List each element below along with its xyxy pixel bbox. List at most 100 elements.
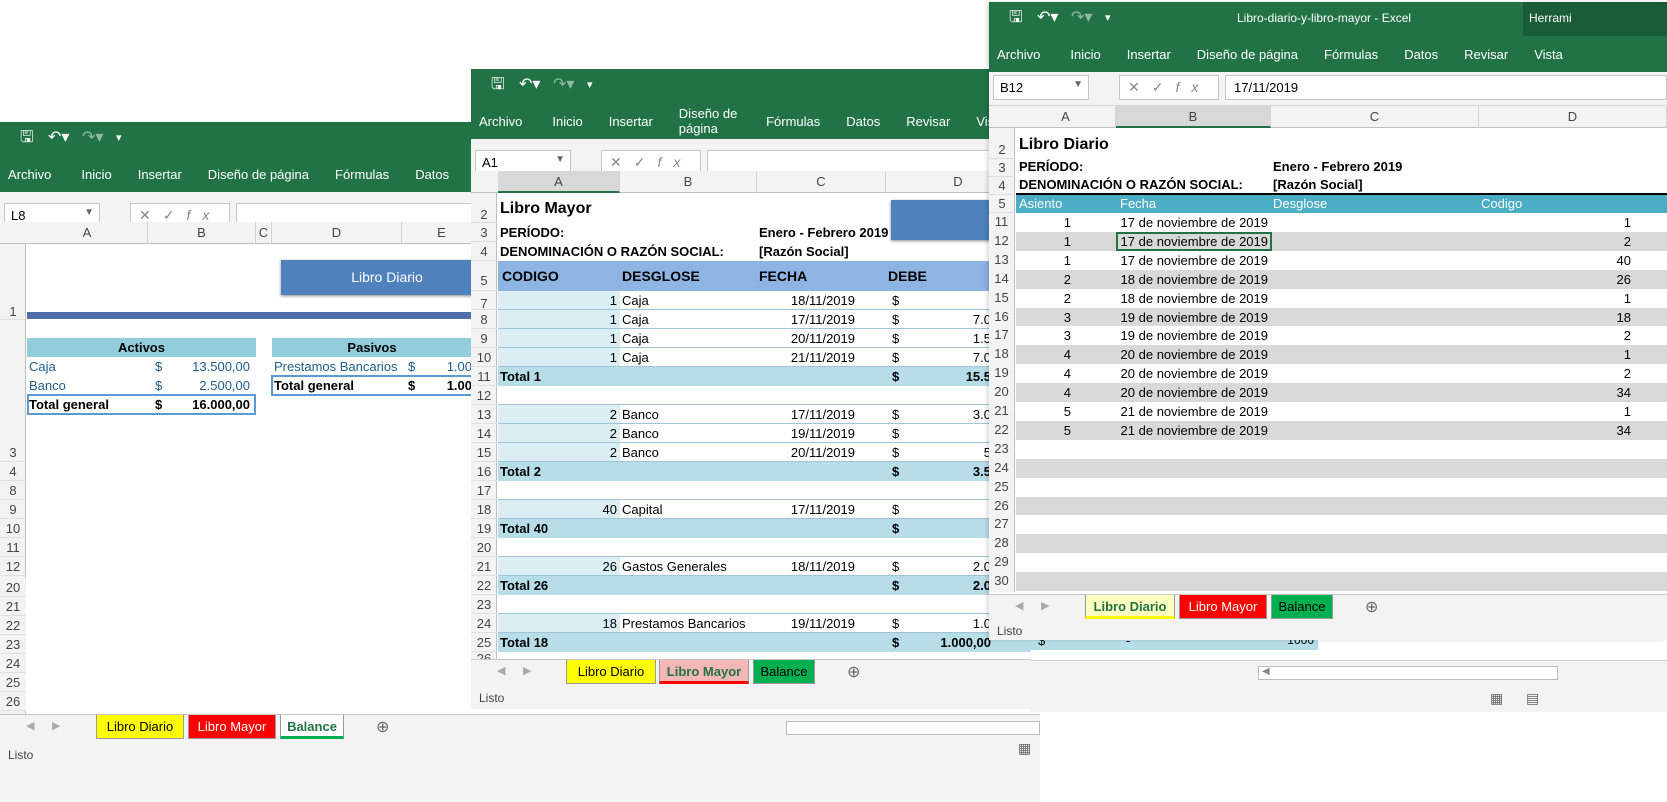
- save-icon[interactable]: 🖫: [20, 129, 34, 147]
- undo-icon[interactable]: ↶▾: [1037, 9, 1058, 27]
- entry-code[interactable]: 2: [511, 405, 617, 424]
- entry-fecha[interactable]: 21/11/2019: [771, 348, 855, 367]
- row-header[interactable]: 2: [471, 193, 497, 223]
- entry-desglose[interactable]: Prestamos Bancarios: [622, 614, 746, 633]
- entry-desglose[interactable]: Caja: [622, 329, 649, 348]
- entry-codigo[interactable]: 34: [1549, 421, 1631, 440]
- row-header[interactable]: 25: [0, 673, 26, 692]
- entry-asiento[interactable]: 2: [1019, 270, 1071, 289]
- ribbon-tab-insertar[interactable]: Insertar: [609, 114, 653, 129]
- entry-asiento[interactable]: 2: [1019, 289, 1071, 308]
- row-header[interactable]: 20: [0, 578, 26, 597]
- row-header[interactable]: 23: [989, 439, 1015, 459]
- horizontal-scrollbar[interactable]: [1258, 666, 1558, 680]
- entry-fecha[interactable]: 19 de noviembre de 2019: [1120, 326, 1268, 345]
- tab-scroll-left-icon[interactable]: ◀: [26, 719, 34, 732]
- entry-currency[interactable]: $: [892, 443, 899, 462]
- row-header[interactable]: 23: [0, 635, 26, 654]
- entry-value[interactable]: 2.0: [911, 557, 991, 576]
- entry-asiento[interactable]: 1: [1019, 232, 1071, 251]
- enter-icon[interactable]: ✓: [634, 154, 658, 170]
- row-header[interactable]: 27: [989, 515, 1015, 535]
- tab-scroll-left-icon[interactable]: ◀: [497, 664, 505, 677]
- libro-diario-button[interactable]: Libro Diario: [281, 260, 493, 295]
- column-header[interactable]: D: [1479, 106, 1667, 128]
- entry-value[interactable]: 5: [911, 443, 991, 462]
- entry-fecha[interactable]: 19/11/2019: [771, 424, 855, 443]
- entry-value[interactable]: 3.0: [911, 405, 991, 424]
- row-header[interactable]: 19: [989, 364, 1015, 384]
- entry-codigo[interactable]: 1: [1549, 402, 1631, 421]
- row-header[interactable]: 11: [989, 213, 1015, 232]
- entry-fecha[interactable]: 21 de noviembre de 2019: [1120, 421, 1268, 440]
- row-header[interactable]: 20: [989, 383, 1015, 402]
- entry-asiento[interactable]: 5: [1019, 402, 1071, 421]
- entry-codigo[interactable]: 1: [1549, 289, 1631, 308]
- undo-icon[interactable]: ↶▾: [519, 76, 540, 94]
- entry-fecha[interactable]: 19/11/2019: [771, 614, 855, 633]
- sheet-tab-libro-diario[interactable]: Libro Diario: [566, 660, 656, 684]
- row-header[interactable]: 26: [0, 692, 26, 711]
- row-header[interactable]: 2: [989, 128, 1015, 159]
- page-layout-icon[interactable]: ▤: [1526, 690, 1539, 707]
- row-header[interactable]: 17: [471, 481, 497, 500]
- row-header[interactable]: 15: [471, 443, 497, 462]
- entry-desglose[interactable]: Caja: [622, 291, 649, 310]
- row-header[interactable]: 1: [0, 300, 26, 320]
- entry-currency[interactable]: $: [892, 405, 899, 424]
- entry-asiento[interactable]: 1: [1019, 251, 1071, 270]
- row-header[interactable]: 24: [0, 654, 26, 673]
- entry-currency[interactable]: $: [892, 500, 899, 519]
- name-box[interactable]: B12 ▼: [993, 75, 1089, 100]
- cancel-icon[interactable]: ✕: [610, 154, 634, 170]
- entry-currency[interactable]: $: [892, 557, 899, 576]
- row-header[interactable]: 22: [0, 616, 26, 635]
- tab-scroll-left-icon[interactable]: ◀: [1015, 599, 1023, 612]
- normal-view-icon[interactable]: ▦: [1490, 690, 1503, 707]
- enter-icon[interactable]: ✓: [1152, 79, 1176, 95]
- add-sheet-icon[interactable]: ⊕: [376, 717, 389, 737]
- entry-value[interactable]: 7.0: [911, 310, 991, 329]
- ribbon-tab-diseno[interactable]: Diseño de página: [679, 106, 740, 136]
- entry-asiento[interactable]: 4: [1019, 345, 1071, 364]
- entry-codigo[interactable]: 1: [1549, 345, 1631, 364]
- entry-desglose[interactable]: Banco: [622, 424, 659, 443]
- ribbon-tab-revisar[interactable]: Revisar: [906, 114, 950, 129]
- row-header[interactable]: 21: [0, 597, 26, 616]
- entry-asiento[interactable]: 5: [1019, 421, 1071, 440]
- total-currency[interactable]: $: [892, 367, 899, 386]
- ribbon-tab-inicio[interactable]: Inicio: [552, 114, 582, 129]
- row-header[interactable]: 16: [471, 462, 497, 481]
- entry-desglose[interactable]: Banco: [622, 405, 659, 424]
- total-currency[interactable]: $: [892, 519, 899, 538]
- redo-icon[interactable]: ↷▾: [1071, 9, 1092, 27]
- fx-icon[interactable]: fx: [186, 207, 221, 223]
- row-header[interactable]: 22: [989, 420, 1015, 440]
- entry-desglose[interactable]: Caja: [622, 348, 649, 367]
- total-value[interactable]: 3.5: [911, 462, 991, 481]
- entry-fecha[interactable]: 19 de noviembre de 2019: [1120, 308, 1268, 327]
- column-header[interactable]: B: [620, 171, 757, 193]
- entry-codigo[interactable]: 2: [1549, 326, 1631, 345]
- row-header[interactable]: 14: [989, 269, 1015, 289]
- entry-code[interactable]: 40: [511, 500, 617, 519]
- entry-code[interactable]: 2: [511, 443, 617, 462]
- fx-icon[interactable]: fx: [657, 154, 692, 170]
- normal-view-icon-small[interactable]: ▦: [1018, 740, 1031, 757]
- add-sheet-icon[interactable]: ⊕: [847, 662, 860, 682]
- razon-value[interactable]: [Razón Social]: [1273, 175, 1363, 194]
- entry-codigo[interactable]: 34: [1549, 383, 1631, 402]
- ribbon-tab-insertar[interactable]: Insertar: [138, 167, 182, 182]
- undo-icon[interactable]: ↶▾: [48, 129, 69, 147]
- total-currency[interactable]: $: [892, 462, 899, 481]
- ribbon-tab-inicio[interactable]: Inicio: [81, 167, 111, 182]
- activo-name[interactable]: Caja: [29, 357, 56, 376]
- enter-icon[interactable]: ✓: [163, 207, 187, 223]
- entry-code[interactable]: 18: [511, 614, 617, 633]
- cancel-icon[interactable]: ✕: [139, 207, 163, 223]
- total-value[interactable]: 2.0: [911, 576, 991, 595]
- activo-name[interactable]: Banco: [29, 376, 66, 395]
- row-header[interactable]: 20: [471, 538, 497, 557]
- pasivo-value[interactable]: 1.00: [420, 357, 472, 376]
- activos-total-value[interactable]: 16.000,00: [160, 395, 250, 414]
